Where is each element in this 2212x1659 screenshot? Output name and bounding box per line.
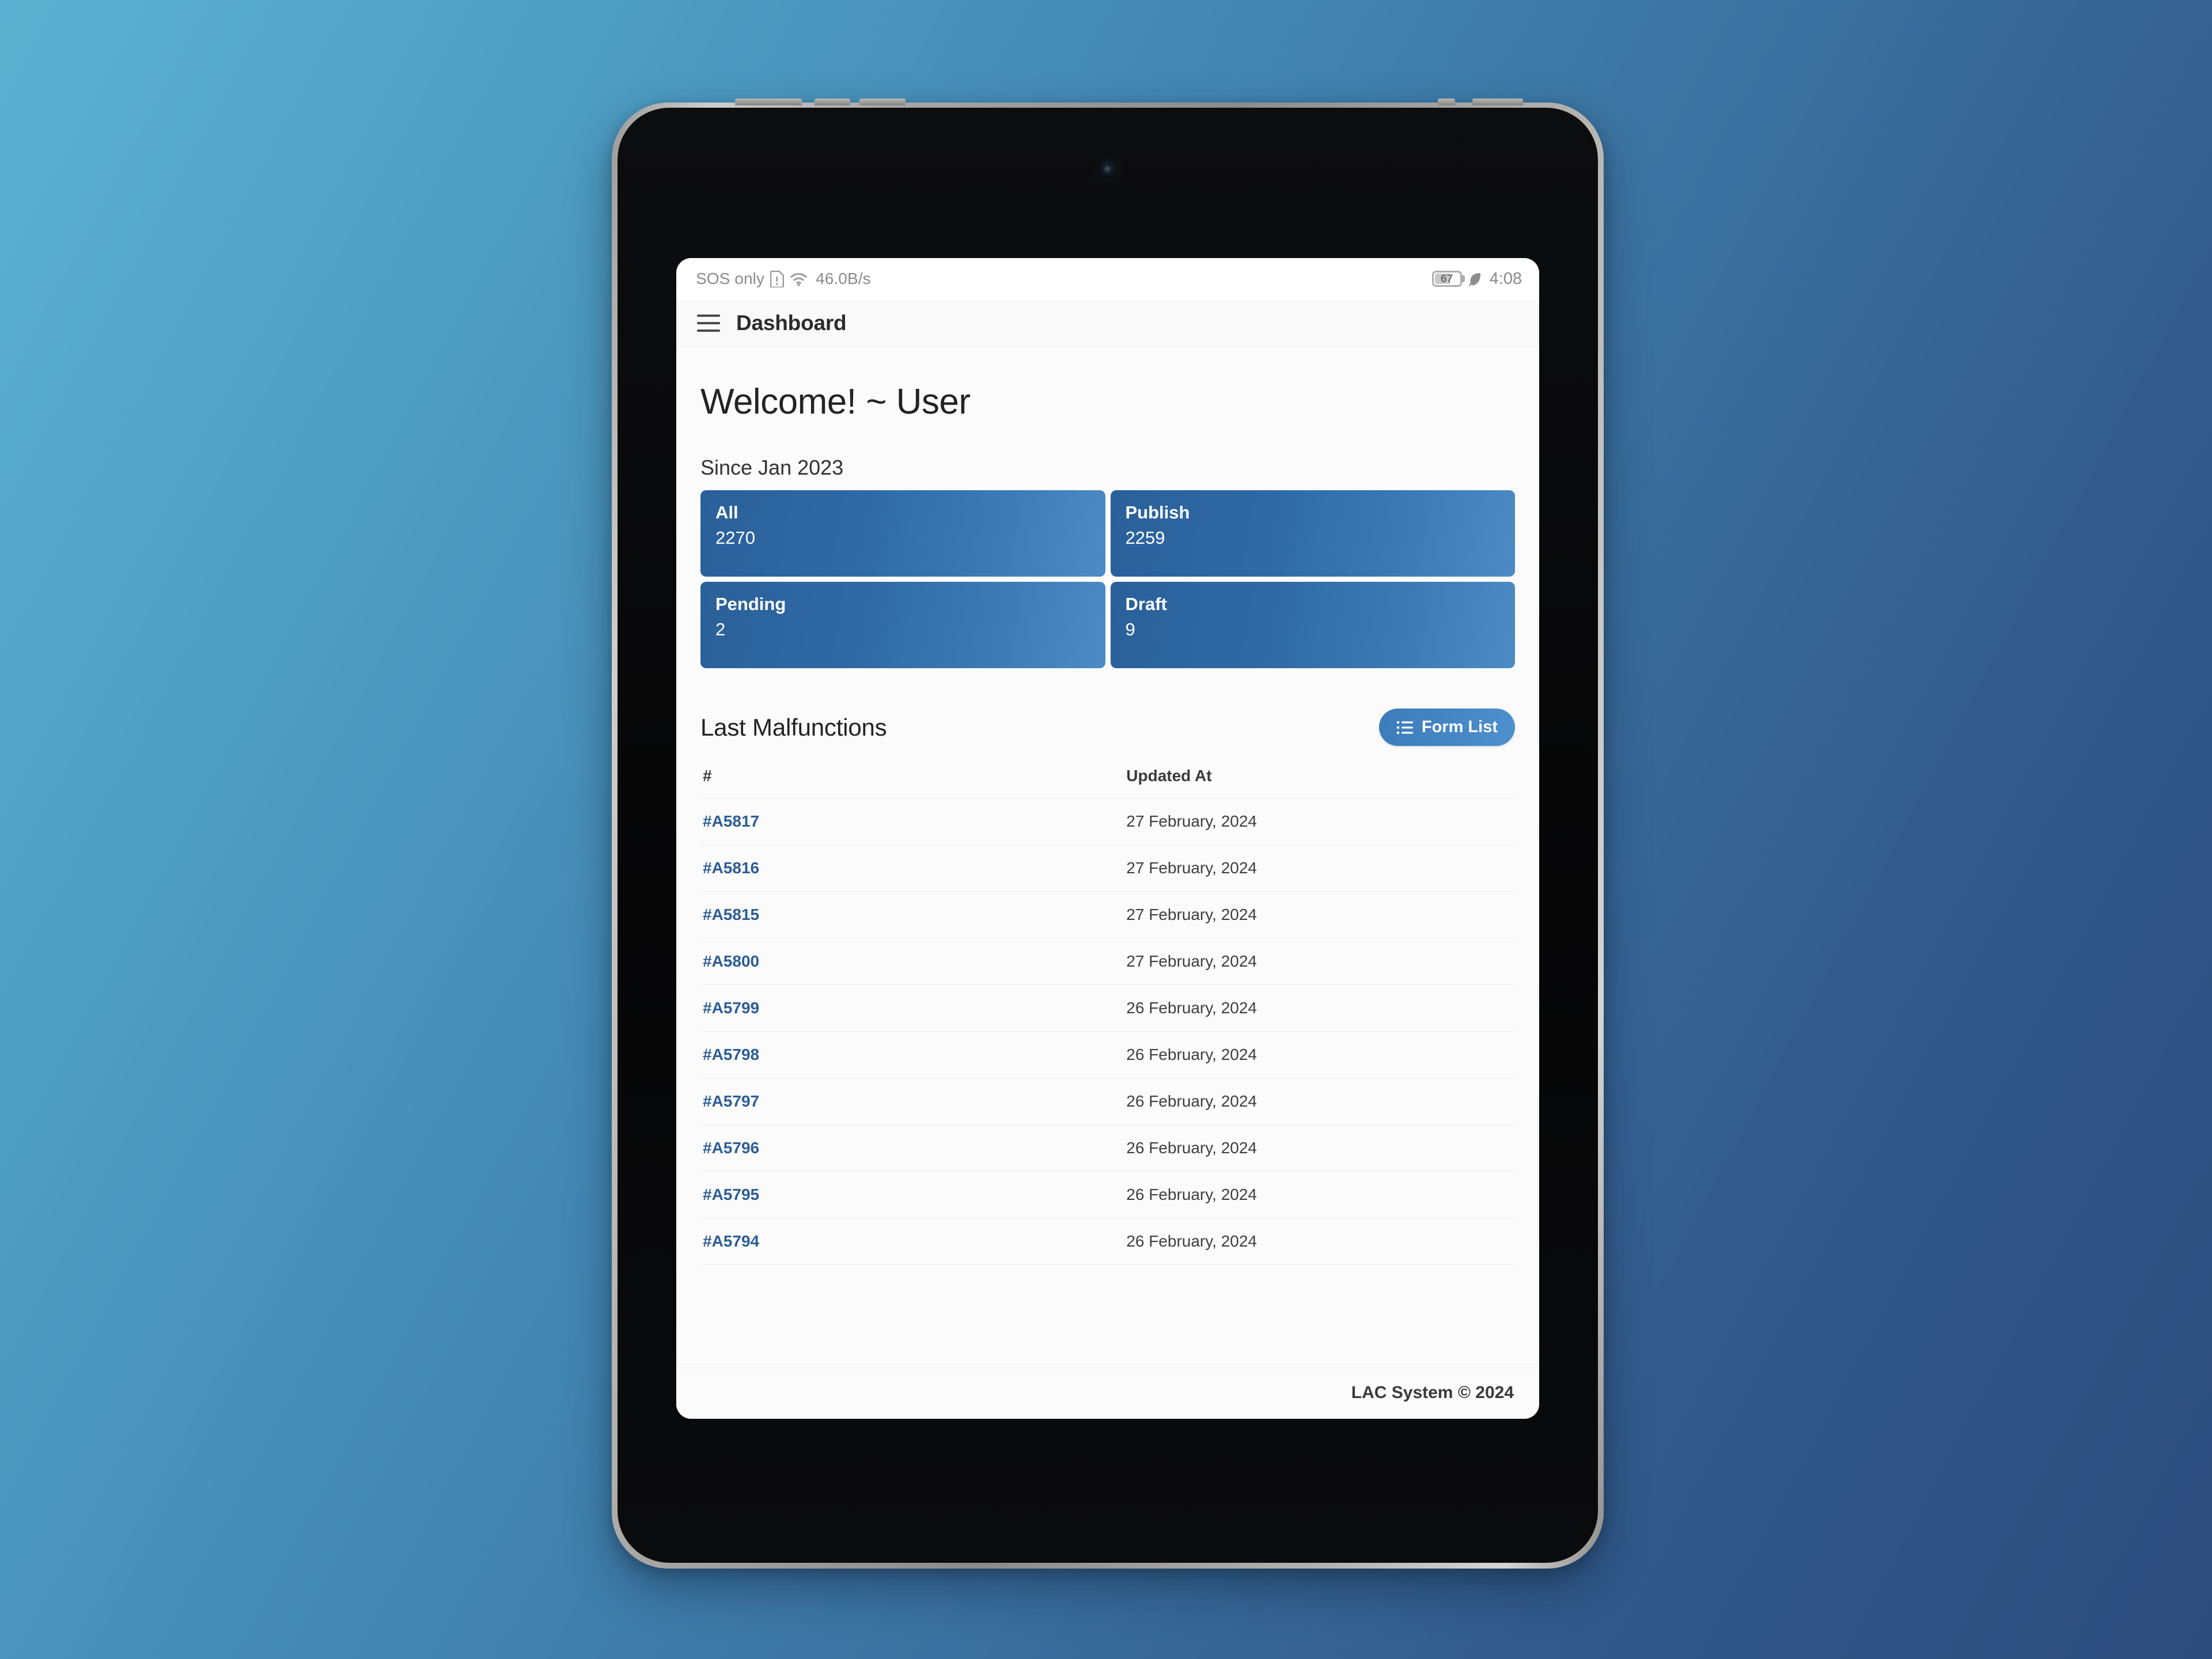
footer-copyright: LAC System © 2024 — [676, 1368, 1539, 1419]
leaf-icon — [1468, 273, 1480, 286]
malfunction-id-link[interactable]: #A5799 — [703, 999, 759, 1017]
network-speed-label: 46.0B/s — [816, 270, 871, 287]
table-row[interactable]: #A5800 27 February, 2024 — [700, 938, 1515, 985]
table-cell-date: 26 February, 2024 — [1124, 984, 1515, 1032]
stat-value: 2270 — [715, 528, 755, 548]
clock-label: 4:08 — [1489, 269, 1522, 288]
table-header-row: # Updated At — [700, 756, 1515, 798]
table-cell-date: 26 February, 2024 — [1124, 1124, 1515, 1172]
page-title: Dashboard — [736, 310, 847, 335]
table-cell-id: #A5797 — [700, 1078, 1124, 1125]
table-cell-date: 27 February, 2024 — [1124, 938, 1515, 985]
stat-label: All — [715, 502, 738, 522]
stat-card-publish[interactable]: Publish 2259 — [1110, 490, 1515, 577]
table-row[interactable]: #A5795 26 February, 2024 — [700, 1171, 1515, 1218]
device-top-nub — [815, 99, 850, 105]
status-bar-left: SOS only 46.0B/s — [696, 270, 871, 288]
last-malfunctions-title: Last Malfunctions — [700, 713, 887, 741]
section-header: Last Malfunctions Form List — [700, 709, 1515, 746]
stat-value: 9 — [1125, 619, 1135, 640]
device-top-nub — [1438, 99, 1455, 105]
stat-label: Draft — [1125, 594, 1167, 614]
malfunctions-table: # Updated At #A5817 27 February, 2024 #A… — [700, 756, 1515, 1265]
hamburger-line — [697, 314, 720, 317]
malfunction-id-link[interactable]: #A5800 — [703, 952, 759, 970]
stat-card-all[interactable]: All 2270 — [700, 490, 1105, 577]
app-bar: Dashboard — [676, 300, 1539, 347]
device-top-nub — [1472, 99, 1523, 105]
table-cell-id: #A5798 — [700, 1031, 1124, 1078]
malfunction-id-link[interactable]: #A5817 — [703, 812, 759, 830]
table-cell-id: #A5815 — [700, 891, 1124, 938]
stat-value: 2 — [715, 619, 726, 640]
carrier-label: SOS only — [696, 270, 765, 287]
status-bar: SOS only 46.0B/s 67 4:08 — [676, 258, 1539, 300]
malfunction-id-link[interactable]: #A5797 — [703, 1092, 759, 1110]
hamburger-menu-icon[interactable] — [697, 314, 720, 332]
malfunction-id-link[interactable]: #A5796 — [703, 1139, 759, 1157]
stat-label: Publish — [1125, 502, 1190, 522]
hamburger-line — [697, 329, 720, 332]
device-top-nub — [735, 99, 802, 105]
table-row[interactable]: #A5815 27 February, 2024 — [700, 891, 1515, 938]
table-cell-id: #A5794 — [700, 1218, 1124, 1265]
battery-percent-label: 67 — [1440, 272, 1453, 285]
table-cell-id: #A5795 — [700, 1171, 1124, 1218]
table-cell-date: 27 February, 2024 — [1124, 891, 1515, 938]
table-row[interactable]: #A5794 26 February, 2024 — [700, 1218, 1515, 1265]
stat-value: 2259 — [1125, 528, 1165, 548]
table-cell-id: #A5799 — [700, 984, 1124, 1032]
malfunction-id-link[interactable]: #A5798 — [703, 1046, 759, 1063]
table-cell-id: #A5796 — [700, 1124, 1124, 1172]
malfunction-id-link[interactable]: #A5795 — [703, 1185, 759, 1203]
stat-label: Pending — [715, 594, 786, 614]
tablet-screen: SOS only 46.0B/s 67 4:08 Dashboard Welco… — [676, 258, 1539, 1419]
front-camera-icon — [1097, 159, 1118, 180]
column-header-id: # — [700, 756, 1124, 798]
table-cell-date: 26 February, 2024 — [1124, 1031, 1515, 1078]
table-row[interactable]: #A5798 26 February, 2024 — [700, 1031, 1515, 1078]
table-cell-date: 26 February, 2024 — [1124, 1171, 1515, 1218]
tablet-device: SOS only 46.0B/s 67 4:08 Dashboard Welco… — [612, 99, 1604, 1569]
device-top-nub — [859, 99, 906, 105]
malfunction-id-link[interactable]: #A5794 — [703, 1232, 759, 1250]
table-row[interactable]: #A5796 26 February, 2024 — [700, 1124, 1515, 1172]
since-label: Since Jan 2023 — [700, 456, 844, 479]
table-cell-id: #A5817 — [700, 798, 1124, 845]
table-row[interactable]: #A5816 27 February, 2024 — [700, 844, 1515, 892]
hamburger-line — [697, 321, 720, 324]
table-cell-date: 27 February, 2024 — [1124, 844, 1515, 892]
wifi-icon — [790, 272, 807, 286]
table-cell-date: 26 February, 2024 — [1124, 1078, 1515, 1125]
table-cell-id: #A5816 — [700, 844, 1124, 892]
column-header-date: Updated At — [1124, 756, 1515, 798]
sim-alert-icon — [770, 270, 785, 287]
status-bar-right: 67 4:08 — [1431, 269, 1522, 289]
table-row[interactable]: #A5799 26 February, 2024 — [700, 984, 1515, 1032]
table-head: # Updated At — [700, 756, 1515, 798]
stats-grid: All 2270 Publish 2259 Pending 2 Draft 9 — [700, 490, 1515, 668]
table-cell-date: 27 February, 2024 — [1124, 798, 1515, 845]
table-row[interactable]: #A5797 26 February, 2024 — [700, 1078, 1515, 1125]
table-body: #A5817 27 February, 2024 #A5816 27 Febru… — [700, 798, 1515, 1265]
stat-card-pending[interactable]: Pending 2 — [700, 582, 1105, 668]
welcome-heading: Welcome! ~ User — [700, 382, 971, 422]
main-content: Welcome! ~ User Since Jan 2023 All 2270 … — [676, 347, 1539, 1419]
table-cell-id: #A5800 — [700, 938, 1124, 985]
table-cell-date: 26 February, 2024 — [1124, 1218, 1515, 1265]
malfunction-id-link[interactable]: #A5816 — [703, 859, 759, 877]
stat-card-draft[interactable]: Draft 9 — [1110, 582, 1515, 668]
malfunction-id-link[interactable]: #A5815 — [703, 906, 759, 923]
battery-icon: 67 — [1431, 271, 1462, 287]
form-list-button[interactable]: Form List — [1378, 709, 1515, 746]
bulleted-list-icon — [1396, 721, 1413, 734]
table-row[interactable]: #A5817 27 February, 2024 — [700, 798, 1515, 845]
form-list-button-label: Form List — [1421, 718, 1498, 736]
